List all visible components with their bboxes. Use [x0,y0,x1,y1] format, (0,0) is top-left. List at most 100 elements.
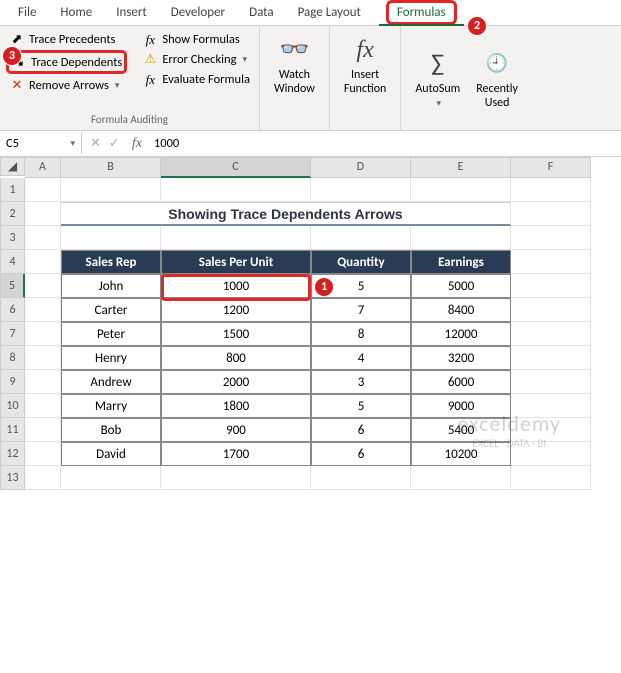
cell[interactable] [61,466,161,490]
table-cell[interactable]: Marry [61,394,161,418]
cell[interactable] [511,370,591,394]
col-header-B[interactable]: B [61,157,161,178]
cell[interactable] [161,226,311,250]
cell[interactable] [161,466,311,490]
cell[interactable] [61,226,161,250]
cell[interactable] [25,298,61,322]
cell[interactable] [511,226,591,250]
table-header[interactable]: Sales Per Unit [161,250,311,274]
cell[interactable] [25,178,61,202]
table-cell[interactable]: Henry [61,346,161,370]
cell[interactable] [511,442,591,466]
formula-input[interactable]: 1000 [146,133,621,154]
table-cell[interactable]: 900 [161,418,311,442]
table-cell[interactable]: 6 [311,442,411,466]
table-cell[interactable]: 3 [311,370,411,394]
table-cell[interactable]: 12000 [411,322,511,346]
tab-insert[interactable]: Insert [104,0,159,25]
cell[interactable] [61,178,161,202]
cancel-icon[interactable]: ✕ [90,136,101,151]
table-cell[interactable]: 800 [161,346,311,370]
cell[interactable] [161,178,311,202]
trace-dependents-button[interactable]: ⬊ Trace Dependents [6,50,127,74]
tab-formulas[interactable]: Formulas [373,0,470,25]
cell[interactable] [511,394,591,418]
cell[interactable] [25,466,61,490]
cell[interactable] [511,274,591,298]
watch-window-button[interactable]: 👓 Watch Window [266,30,323,101]
error-checking-button[interactable]: ⚠ Error Checking ▾ [139,50,253,68]
col-header-F[interactable]: F [511,157,591,178]
cell[interactable] [25,418,61,442]
cell[interactable] [311,226,411,250]
table-cell[interactable]: 8400 [411,298,511,322]
remove-arrows-button[interactable]: ✕ Remove Arrows ▾ [6,76,127,94]
insert-function-button[interactable]: fx Insert Function [336,30,395,101]
show-formulas-button[interactable]: fx Show Formulas [139,30,253,48]
table-cell[interactable]: 1500 [161,322,311,346]
table-header[interactable]: Quantity [311,250,411,274]
row-header-5[interactable]: 5 [0,274,25,298]
col-header-C[interactable]: C [161,157,311,178]
autosum-button[interactable]: ∑ AutoSum ▾ [407,30,468,128]
tab-data[interactable]: Data [237,0,286,25]
table-cell[interactable]: 1800 [161,394,311,418]
table-cell[interactable]: 6000 [411,370,511,394]
table-cell[interactable]: 5000 [411,274,511,298]
row-header-1[interactable]: 1 [0,178,25,202]
cell[interactable] [411,178,511,202]
worksheet-grid[interactable]: ◢ A B C D E F 12Showing Trace Dependents… [0,157,621,490]
cell[interactable] [25,370,61,394]
cell[interactable] [311,466,411,490]
cell[interactable] [511,346,591,370]
cell[interactable] [411,226,511,250]
evaluate-formula-button[interactable]: fx Evaluate Formula [139,70,253,88]
trace-precedents-button[interactable]: ⬈ Trace Precedents [6,30,127,48]
cell[interactable] [25,394,61,418]
table-cell[interactable]: 5 [311,394,411,418]
table-cell[interactable]: 10200 [411,442,511,466]
fx-icon[interactable]: fx [128,136,146,152]
table-cell[interactable]: 1000 [161,274,311,298]
cell[interactable] [25,274,61,298]
cell[interactable] [25,202,61,226]
table-cell[interactable]: Andrew [61,370,161,394]
name-box[interactable]: C5 ▾ [0,133,82,154]
table-cell[interactable]: 4 [311,346,411,370]
table-cell[interactable]: 7 [311,298,411,322]
tab-developer[interactable]: Developer [159,0,237,25]
title-cell[interactable]: Showing Trace Dependents Arrows [61,202,511,226]
row-header-9[interactable]: 9 [0,370,25,394]
table-cell[interactable]: 6 [311,418,411,442]
cell[interactable] [25,346,61,370]
col-header-D[interactable]: D [311,157,411,178]
table-header[interactable]: Earnings [411,250,511,274]
row-header-11[interactable]: 11 [0,418,25,442]
table-cell[interactable]: 2000 [161,370,311,394]
row-header-13[interactable]: 13 [0,466,25,490]
row-header-10[interactable]: 10 [0,394,25,418]
table-cell[interactable]: Carter [61,298,161,322]
cell[interactable] [511,250,591,274]
cell[interactable] [311,178,411,202]
cell[interactable] [411,466,511,490]
table-cell[interactable]: 3200 [411,346,511,370]
cell[interactable] [511,298,591,322]
select-all-triangle[interactable]: ◢ [0,157,25,176]
row-header-2[interactable]: 2 [0,202,25,226]
cell[interactable] [511,322,591,346]
cell[interactable] [25,442,61,466]
tab-file[interactable]: File [6,0,48,25]
tab-pagelayout[interactable]: Page Layout [286,0,373,25]
row-header-3[interactable]: 3 [0,226,25,250]
cell[interactable] [511,202,591,226]
tab-home[interactable]: Home [48,0,104,25]
row-header-4[interactable]: 4 [0,250,25,274]
chevron-down-icon[interactable]: ▾ [70,138,75,149]
table-cell[interactable]: David [61,442,161,466]
row-header-6[interactable]: 6 [0,298,25,322]
table-cell[interactable]: 9000 [411,394,511,418]
table-cell[interactable]: 1200 [161,298,311,322]
recently-used-button[interactable]: 🕘 Recently Used [468,30,526,128]
cell[interactable] [25,322,61,346]
